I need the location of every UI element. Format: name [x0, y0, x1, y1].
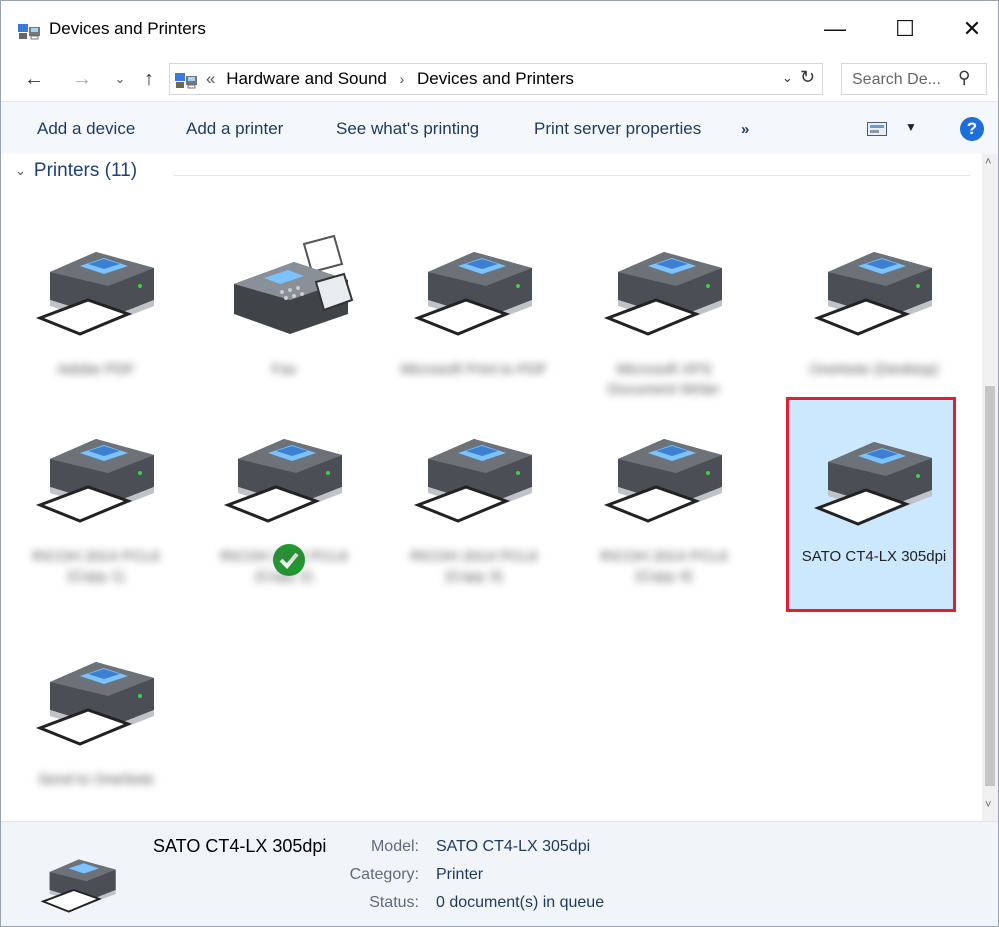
up-button[interactable]: ↑: [136, 65, 162, 93]
printer-tile[interactable]: RICOH 2014 PCL6 (Copy 4): [579, 397, 749, 612]
printer-label: Fax: [271, 361, 297, 378]
category-label: Category:: [349, 866, 419, 883]
model-label: Model:: [370, 838, 419, 855]
search-box[interactable]: ⚲: [841, 63, 987, 95]
printer-icon: [604, 439, 722, 523]
forward-button[interactable]: →: [69, 65, 95, 93]
devices-and-printers-window: Devices and Printers — ☐ ✕ ← → ⌄ ↑ « Har…: [0, 0, 999, 927]
printer-tile[interactable]: OneNote (Desktop): [789, 210, 959, 425]
search-input[interactable]: [850, 68, 954, 92]
window-title: Devices and Printers: [49, 19, 206, 38]
printer-label: OneNote (Desktop): [809, 361, 939, 378]
printer-icon: [40, 859, 116, 913]
printer-tile[interactable]: RICOH 2014 PCL6 (Copy 2): [199, 397, 369, 612]
printer-icon: [36, 439, 154, 523]
printers-group-header[interactable]: ⌄ Printers (11): [15, 160, 137, 182]
help-icon[interactable]: ?: [960, 117, 984, 141]
breadcrumb-path: « Hardware and Sound › Devices and Print…: [206, 69, 574, 89]
see-whats-printing-button[interactable]: See what's printing: [336, 119, 479, 139]
print-server-properties-button[interactable]: Print server properties: [534, 119, 701, 139]
printer-label: Microsoft XPS Document Writer: [607, 361, 721, 398]
printer-tile[interactable]: RICOH 2014 PCL6 (Copy 3): [389, 397, 559, 612]
printer-label: RICOH 2014 PCL6 (Copy 4): [600, 548, 728, 585]
crumb-devices-and-printers[interactable]: Devices and Printers: [417, 69, 574, 88]
more-commands-button[interactable]: »: [741, 121, 749, 138]
printer-icon: [814, 442, 932, 526]
group-divider: [174, 175, 970, 176]
crumb-separator-icon[interactable]: ›: [400, 71, 405, 87]
printers-group-label: Printers (11): [33, 160, 138, 181]
scroll-down-icon[interactable]: ˅: [985, 799, 991, 811]
printer-label: Adobe PDF: [57, 361, 135, 378]
printer-icon: [604, 252, 722, 336]
devices-printers-app-icon: [18, 24, 40, 40]
printer-tile[interactable]: RICOH 2014 PCL6 (Copy 1): [11, 397, 181, 612]
printer-label: SATO CT4-LX 305dpi: [801, 548, 947, 565]
command-bar: Add a device Add a printer See what's pr…: [1, 101, 998, 155]
printer-tile[interactable]: Microsoft Print to PDF: [389, 210, 559, 425]
control-panel-icon: [175, 73, 197, 89]
minimize-button[interactable]: —: [807, 9, 863, 49]
printer-label: Microsoft Print to PDF: [400, 361, 548, 378]
printer-tile[interactable]: Fax: [199, 210, 369, 425]
printer-tile[interactable]: SATO CT4-LX 305dpi: [786, 397, 956, 612]
close-button[interactable]: ✕: [944, 9, 998, 49]
address-bar: ← → ⌄ ↑ « Hardware and Sound › Devices a…: [1, 59, 998, 99]
view-options-dropdown-icon[interactable]: ▼: [905, 120, 917, 134]
overflow-chevron-icon[interactable]: «: [206, 69, 215, 88]
printer-label: RICOH 2014 PCL6 (Copy 3): [410, 548, 538, 585]
printer-label: RICOH 2014 PCL6 (Copy 1): [32, 548, 160, 585]
printer-tile[interactable]: Microsoft XPS Document Writer: [579, 210, 749, 425]
recent-locations-button[interactable]: ⌄: [111, 65, 129, 93]
back-button[interactable]: ←: [21, 65, 47, 93]
status-value: 0 document(s) in queue: [436, 894, 605, 911]
status-label: Status:: [369, 894, 419, 911]
printer-tile[interactable]: Adobe PDF: [11, 210, 181, 425]
printer-icon: [36, 252, 154, 336]
printer-icon: [36, 662, 154, 746]
printer-tile[interactable]: Send to OneNote: [11, 620, 181, 821]
title-bar: Devices and Printers — ☐ ✕: [1, 1, 998, 59]
add-a-printer-button[interactable]: Add a printer: [186, 119, 283, 139]
printer-icon: [224, 439, 342, 523]
crumb-hardware-and-sound[interactable]: Hardware and Sound: [226, 69, 387, 88]
printer-label: Send to OneNote: [38, 771, 154, 788]
add-a-device-button[interactable]: Add a device: [37, 119, 135, 139]
breadcrumb[interactable]: « Hardware and Sound › Devices and Print…: [169, 63, 823, 95]
fax-icon: [234, 234, 354, 334]
maximize-button[interactable]: ☐: [877, 9, 933, 49]
category-value: Printer: [436, 866, 484, 883]
scrollbar-thumb[interactable]: [985, 386, 995, 786]
scroll-up-icon[interactable]: ˄: [985, 156, 991, 168]
printer-icon: [414, 439, 532, 523]
search-icon[interactable]: ⚲: [958, 68, 970, 88]
address-dropdown-icon[interactable]: ⌄: [782, 70, 793, 86]
collapse-chevron-icon[interactable]: ⌄: [15, 163, 26, 179]
devices-content-area: ⌄ Printers (11) Adobe PDF Fax Microsoft …: [1, 154, 998, 821]
printer-icon: [814, 252, 932, 336]
details-pane: SATO CT4-LX 305dpi Model: SATO CT4-LX 30…: [1, 821, 998, 926]
printer-label: RICOH 2014 PCL6 (Copy 2): [220, 548, 348, 585]
change-view-icon[interactable]: [867, 122, 887, 136]
model-value: SATO CT4-LX 305dpi: [436, 838, 591, 855]
refresh-icon[interactable]: ↻: [800, 67, 815, 88]
printer-icon: [414, 252, 532, 336]
vertical-scrollbar[interactable]: ˄ ˅: [982, 154, 998, 821]
